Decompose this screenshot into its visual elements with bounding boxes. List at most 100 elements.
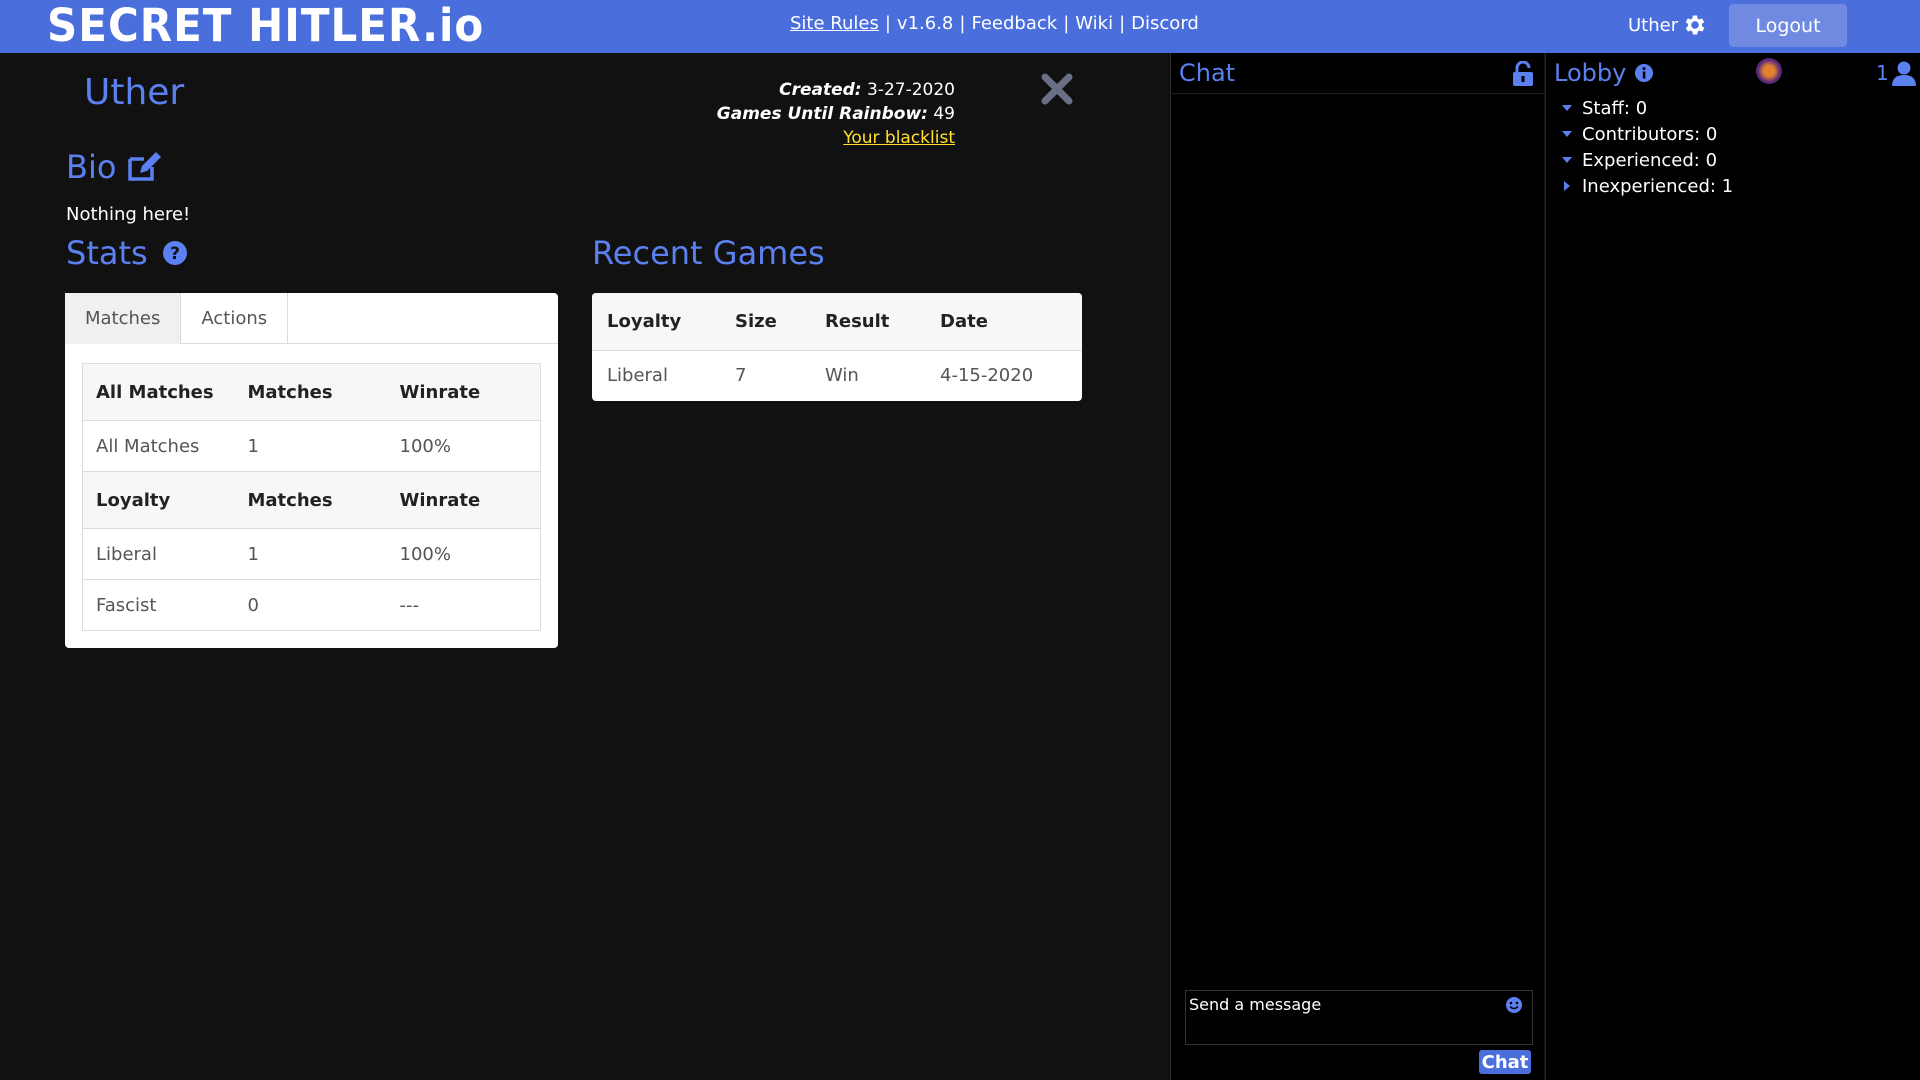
- table-cell: 100%: [386, 528, 541, 580]
- stats-tabs: Matches Actions: [65, 293, 558, 344]
- recent-games-heading: Recent Games: [592, 234, 825, 272]
- unlock-icon[interactable]: [1511, 61, 1535, 87]
- table-row: Fascist 0 ---: [82, 579, 541, 631]
- created-info: Created: 3-27-2020: [717, 78, 955, 102]
- user-count: 1: [1876, 60, 1917, 86]
- created-value: 3-27-2020: [867, 80, 955, 100]
- chat-send-button[interactable]: Chat: [1479, 1050, 1531, 1074]
- chevron-down-icon: [1562, 131, 1572, 137]
- header-cell: Size: [720, 293, 810, 351]
- separator: |: [1119, 13, 1126, 34]
- lobby-group-inexperienced[interactable]: Inexperienced: 1: [1562, 173, 1733, 199]
- gear-icon[interactable]: [1682, 12, 1708, 38]
- header-cell: Matches: [234, 471, 387, 529]
- table-row: Liberal 1 100%: [82, 528, 541, 580]
- stats-heading: Stats ?: [66, 234, 188, 272]
- table-cell: All Matches: [82, 420, 235, 472]
- emoji-icon[interactable]: [1505, 996, 1523, 1014]
- created-label: Created:: [779, 80, 862, 100]
- table-cell: 7: [735, 365, 747, 387]
- chevron-right-icon: [1564, 181, 1570, 191]
- top-links: Site Rules | v1.6.8 | Feedback | Wiki | Discord: [790, 13, 1199, 35]
- close-icon[interactable]: [1040, 72, 1074, 106]
- table-header-row: Loyalty Matches Winrate: [82, 471, 541, 529]
- header-cell: Matches: [234, 363, 387, 421]
- table-row: All Matches 1 100%: [82, 420, 541, 472]
- table-cell: 100%: [386, 420, 541, 472]
- version-link[interactable]: v1.6.8: [897, 13, 953, 34]
- lobby-group-contributors[interactable]: Contributors: 0: [1562, 121, 1733, 147]
- table-cell: Liberal: [82, 528, 235, 580]
- bio-heading: Bio: [66, 148, 162, 186]
- wiki-link[interactable]: Wiki: [1075, 13, 1113, 34]
- lobby-group-label: Experienced: 0: [1582, 149, 1718, 171]
- lobby-group-label: Inexperienced: 1: [1582, 175, 1734, 197]
- username-label[interactable]: Uther: [1628, 15, 1678, 36]
- chat-title: Chat: [1179, 59, 1236, 87]
- lobby-heading: Lobby: [1554, 59, 1654, 87]
- lobby-panel: Lobby 1 Staff: 0 Contributors: 0 Experie…: [1545, 53, 1920, 1080]
- bio-title: Bio: [66, 148, 117, 186]
- chevron-down-icon: [1562, 157, 1572, 163]
- lobby-group-experienced[interactable]: Experienced: 0: [1562, 147, 1733, 173]
- lobby-group-staff[interactable]: Staff: 0: [1562, 95, 1733, 121]
- feedback-link[interactable]: Feedback: [971, 13, 1057, 34]
- table-cell: Fascist: [82, 579, 235, 631]
- table-header-row: All Matches Matches Winrate: [82, 363, 541, 421]
- header-cell: Loyalty: [82, 471, 235, 529]
- stats-title: Stats: [66, 234, 148, 272]
- rainbow-info: Games Until Rainbow: 49: [717, 102, 955, 126]
- recent-games-card: Loyalty Size Result Date Liberal 7 Win 4…: [592, 293, 1082, 401]
- lobby-title: Lobby: [1554, 59, 1627, 87]
- user-count-value: 1: [1876, 61, 1889, 85]
- separator: |: [959, 13, 966, 34]
- lobby-group-label: Contributors: 0: [1582, 123, 1718, 145]
- header-cell: Loyalty: [592, 293, 720, 351]
- chat-message-input[interactable]: Send a message: [1185, 990, 1533, 1045]
- header-cell: Winrate: [386, 471, 541, 529]
- blacklist-link[interactable]: Your blacklist: [843, 128, 955, 148]
- site-logo[interactable]: SECRET HITLER.io: [47, 0, 484, 52]
- stats-card: Matches Actions All Matches Matches Winr…: [65, 293, 558, 648]
- profile-meta: Created: 3-27-2020 Games Until Rainbow: …: [717, 78, 955, 150]
- table-cell: 0: [234, 579, 387, 631]
- rainbow-value: 49: [933, 104, 955, 124]
- table-cell: 1: [234, 420, 387, 472]
- chevron-down-icon: [1562, 105, 1572, 111]
- info-icon[interactable]: [1634, 63, 1654, 83]
- user-settings[interactable]: Uther: [1628, 12, 1708, 38]
- svg-text:?: ?: [170, 244, 180, 264]
- tab-actions[interactable]: Actions: [181, 293, 289, 344]
- table-row[interactable]: Liberal 7 Win 4-15-2020: [592, 350, 1082, 401]
- table-cell: 1: [234, 528, 387, 580]
- recent-games-table: Loyalty Size Result Date Liberal 7 Win 4…: [592, 293, 1082, 401]
- help-icon[interactable]: ?: [162, 240, 188, 266]
- profile-username: Uther: [84, 72, 185, 113]
- edit-icon[interactable]: [126, 151, 162, 183]
- lobby-groups: Staff: 0 Contributors: 0 Experienced: 0 …: [1562, 95, 1733, 199]
- table-cell: Win: [825, 365, 859, 387]
- top-navbar: SECRET HITLER.io Site Rules | v1.6.8 | Feedb…: [0, 0, 1920, 53]
- header-cell: All Matches: [82, 363, 235, 421]
- separator: |: [1063, 13, 1070, 34]
- matches-table: All Matches Matches Winrate All Matches …: [82, 363, 541, 631]
- header-cell: Winrate: [386, 363, 541, 421]
- tab-matches[interactable]: Matches: [65, 293, 182, 344]
- lobby-group-label: Staff: 0: [1582, 97, 1648, 119]
- divider: [1171, 93, 1545, 94]
- table-cell: ---: [386, 579, 541, 631]
- table-cell: Liberal: [607, 365, 668, 387]
- table-cell: 4-15-2020: [940, 365, 1034, 387]
- table-header-row: Loyalty Size Result Date: [592, 293, 1082, 351]
- user-icon: [1891, 61, 1916, 86]
- avatar[interactable]: [1756, 58, 1782, 84]
- site-rules-link[interactable]: Site Rules: [790, 13, 879, 34]
- separator: |: [884, 13, 891, 34]
- chat-panel: Chat Send a message Chat: [1170, 53, 1545, 1080]
- rainbow-label: Games Until Rainbow:: [716, 104, 928, 124]
- header-cell: Date: [925, 293, 1082, 351]
- logout-button[interactable]: Logout: [1729, 4, 1847, 47]
- header-cell: Result: [810, 293, 925, 351]
- discord-link[interactable]: Discord: [1131, 13, 1199, 34]
- bio-text: Nothing here!: [66, 204, 191, 225]
